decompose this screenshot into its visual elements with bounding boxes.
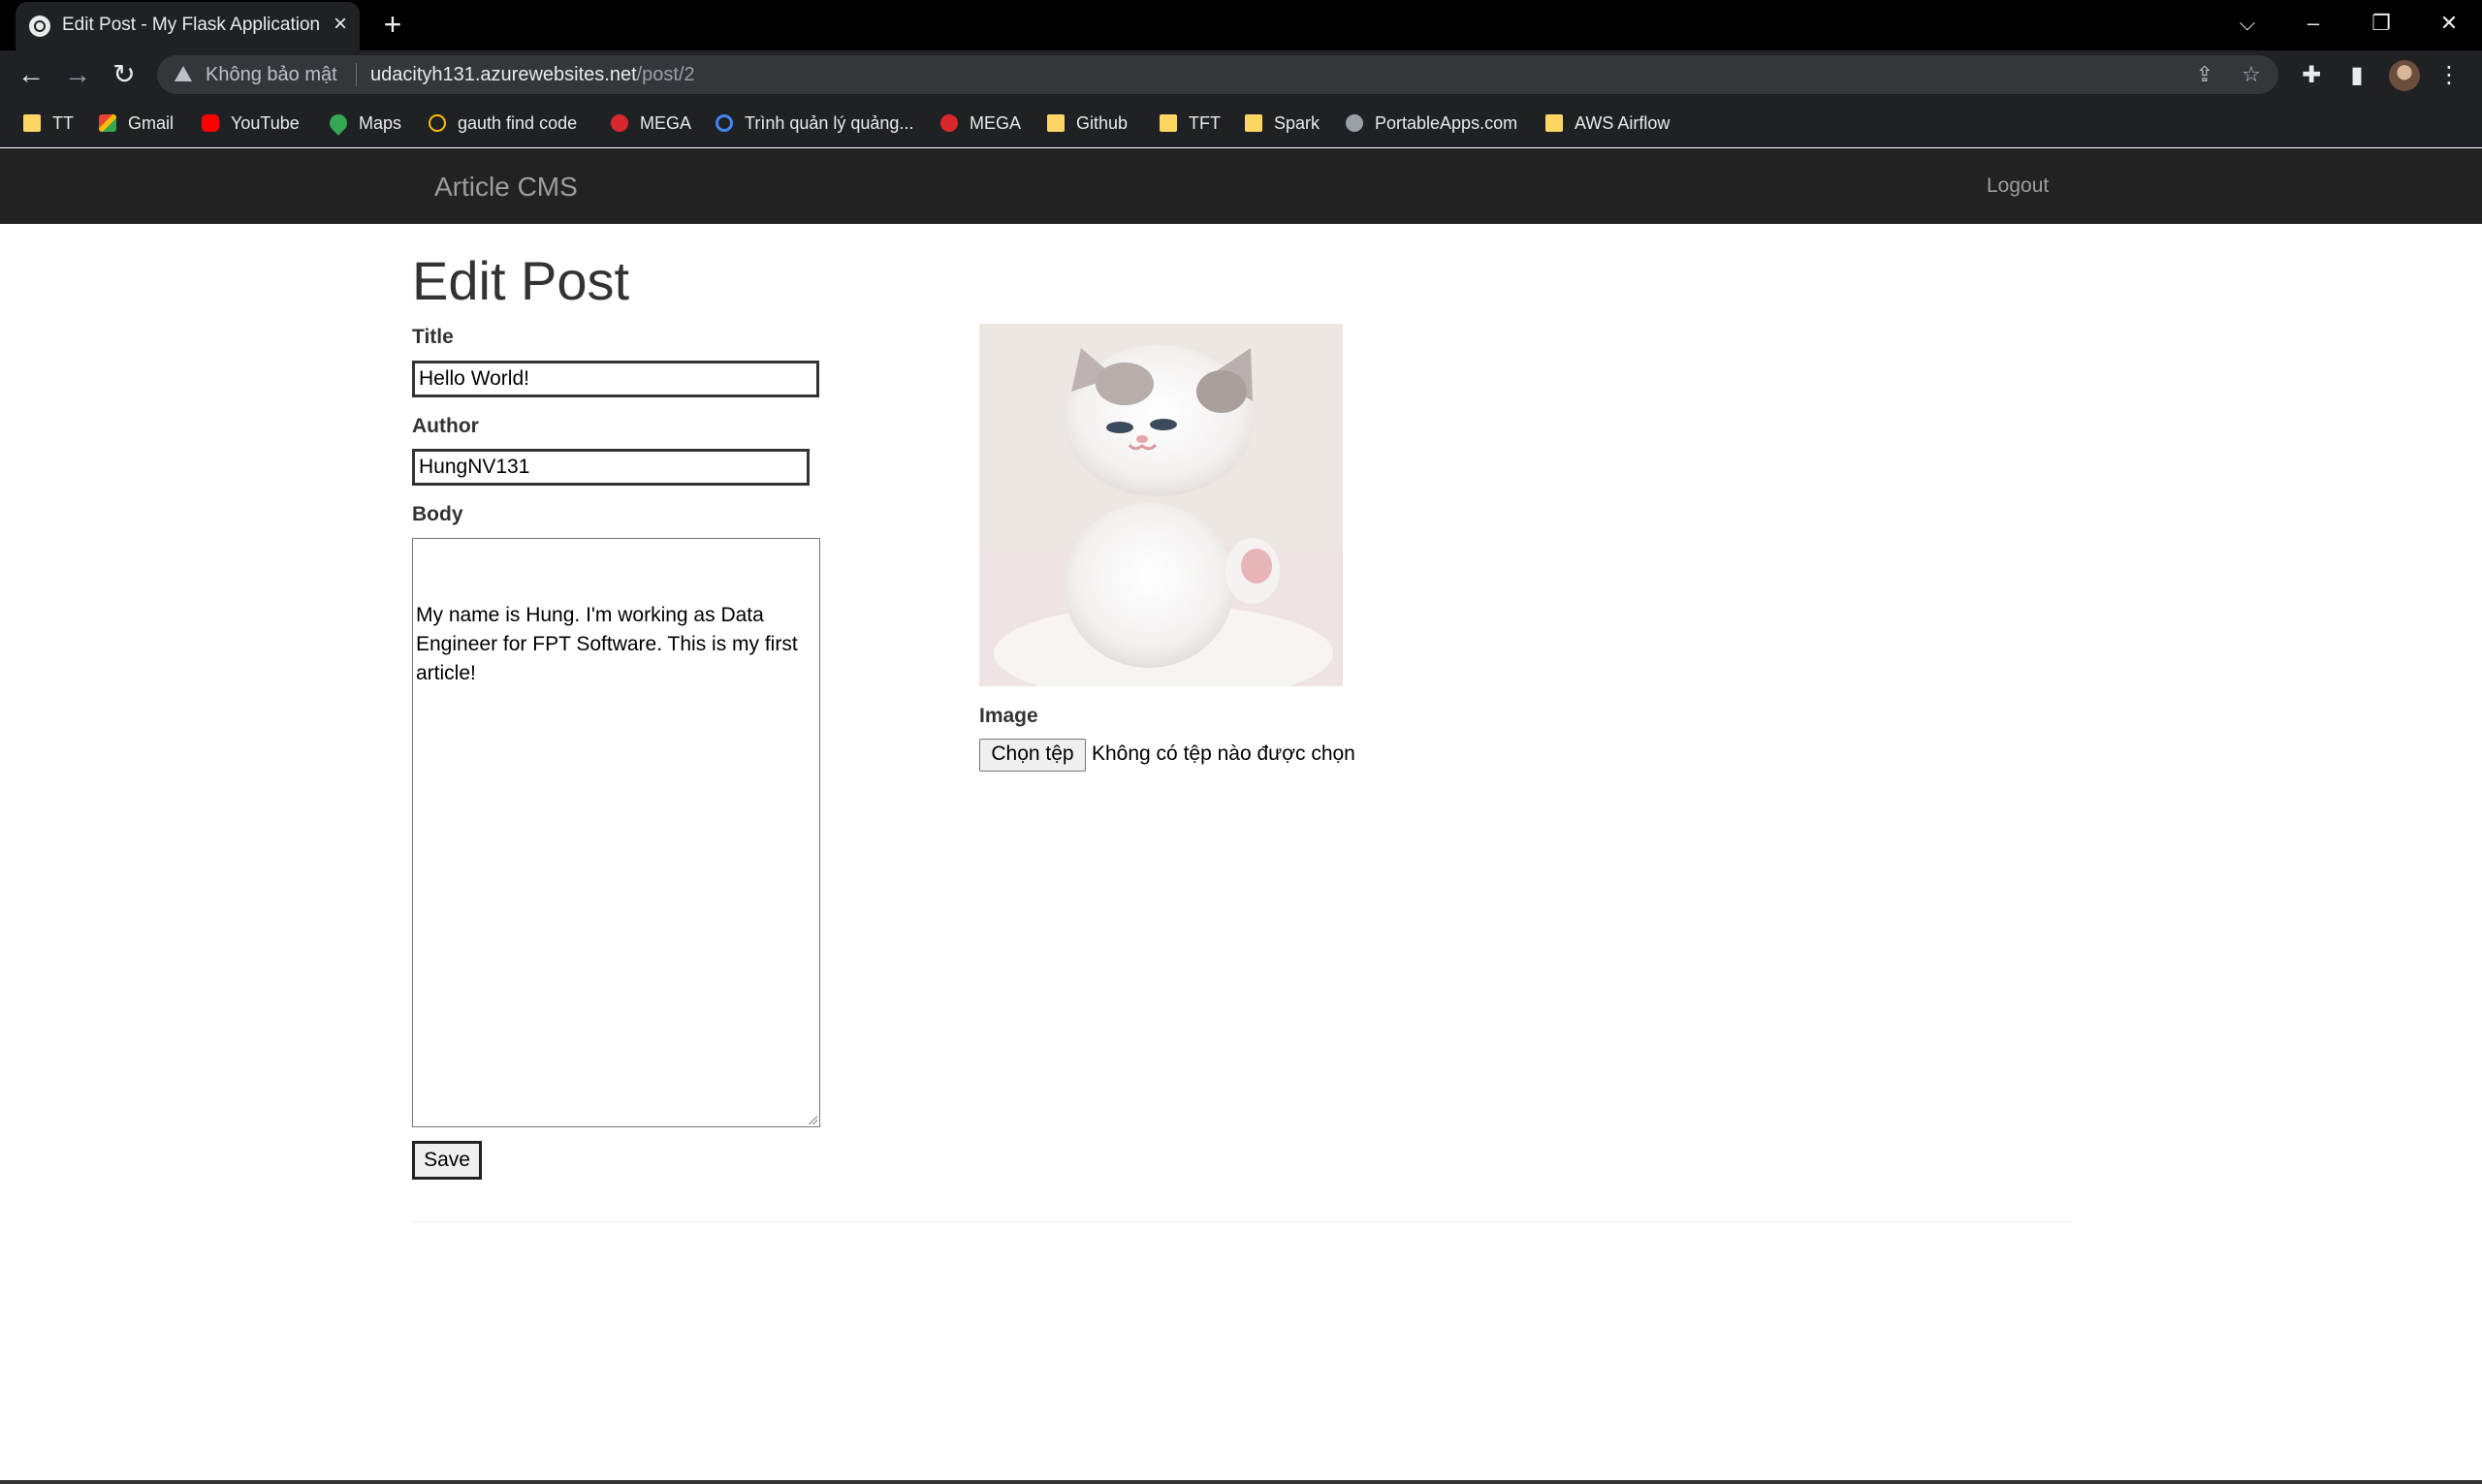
folder-icon [1047,114,1065,132]
title-input[interactable] [412,361,819,397]
bookmark-mega[interactable]: MEGA [611,109,691,138]
extensions-icon[interactable]: ✚ [2294,58,2329,93]
tab-search-icon[interactable]: ⌵ [2228,6,2267,41]
url-host: udacityh131.azurewebsites.net [370,64,637,85]
maps-icon [326,111,351,136]
logout-link[interactable]: Logout [1987,174,2049,198]
address-bar[interactable]: Không bảo mật udacityh131.azurewebsites.… [157,55,2278,94]
tab-title: Edit Post - My Flask Application [62,15,321,35]
back-button[interactable]: ← [14,58,48,93]
bookmark-tt[interactable]: TT [23,109,74,138]
share-icon[interactable]: ⇪ [2191,61,2218,88]
bookmark-ads-manager[interactable]: Trình quản lý quảng... [716,109,913,138]
bookmarks-bar: TT Gmail YouTube Maps gauth find code ME… [0,99,2482,147]
brand-link[interactable]: Article CMS [434,172,578,203]
url-separator [356,63,357,86]
folder-icon [23,114,41,132]
menu-icon[interactable]: ⋮ [2432,58,2466,93]
url-text[interactable]: udacityh131.azurewebsites.net/post/2 [370,64,695,86]
bookmark-portableapps[interactable]: PortableApps.com [1346,109,1517,138]
profile-avatar[interactable] [2389,60,2420,91]
bookmark-gmail[interactable]: Gmail [99,109,174,138]
minimize-button[interactable]: – [2294,6,2333,41]
close-tab-icon[interactable]: × [326,10,355,39]
resize-handle-icon[interactable] [808,1115,817,1124]
gmail-icon [99,114,116,132]
author-input[interactable] [412,449,810,486]
save-button[interactable]: Save [412,1141,482,1180]
body-text: My name is Hung. I'm working as Data Eng… [416,604,804,684]
bookmark-github[interactable]: Github [1047,109,1128,138]
image-label: Image [979,705,1038,727]
choose-file-button[interactable]: Chọn tệp [979,739,1086,772]
divider [412,1221,2072,1222]
meta-icon [716,114,733,132]
post-image [979,324,1343,686]
author-label: Author [412,415,479,437]
bookmark-aws-airflow[interactable]: AWS Airflow [1545,109,1670,138]
mega-icon [611,114,628,132]
browser-tab[interactable]: Edit Post - My Flask Application × [16,2,360,50]
bookmark-mega-2[interactable]: MEGA [940,109,1021,138]
title-label: Title [412,326,454,348]
kitten-image [979,324,1343,686]
body-textarea[interactable]: My name is Hung. I'm working as Data Eng… [412,538,820,1127]
bookmark-tft[interactable]: TFT [1160,109,1221,138]
file-status-text: Không có tệp nào được chọn [1092,742,1355,765]
restore-button[interactable]: ❐ [2362,6,2401,41]
body-label: Body [412,503,463,525]
folder-icon [1245,114,1262,132]
globe-icon [29,16,50,37]
bookmark-star-icon[interactable]: ☆ [2238,61,2265,88]
portableapps-icon [1346,114,1363,132]
youtube-icon [202,114,219,132]
page-title: Edit Post [412,250,630,311]
bookmark-maps[interactable]: Maps [326,109,401,138]
bookmark-youtube[interactable]: YouTube [202,109,300,138]
reload-button[interactable]: ↻ [107,58,142,93]
gauth-icon [429,114,446,132]
folder-icon [1160,114,1177,132]
new-tab-button[interactable]: + [378,6,407,43]
window-bottom-edge [0,1480,2482,1484]
forward-button[interactable]: → [60,58,95,93]
mega-icon [940,114,958,132]
tab-strip: Edit Post - My Flask Application × + ⌵ –… [0,0,2482,50]
app-navbar: Article CMS Logout [0,148,2482,224]
folder-icon [1545,114,1563,132]
bookmark-gauth[interactable]: gauth find code [429,109,577,138]
close-window-button[interactable]: ✕ [2430,6,2468,41]
side-panel-icon[interactable]: ▮ [2339,58,2374,93]
browser-toolbar: ← → ↻ Không bảo mật udacityh131.azureweb… [0,50,2482,99]
security-label[interactable]: Không bảo mật [206,64,337,86]
url-path: /post/2 [636,64,695,85]
warning-icon[interactable] [175,66,192,81]
bookmark-spark[interactable]: Spark [1245,109,1320,138]
